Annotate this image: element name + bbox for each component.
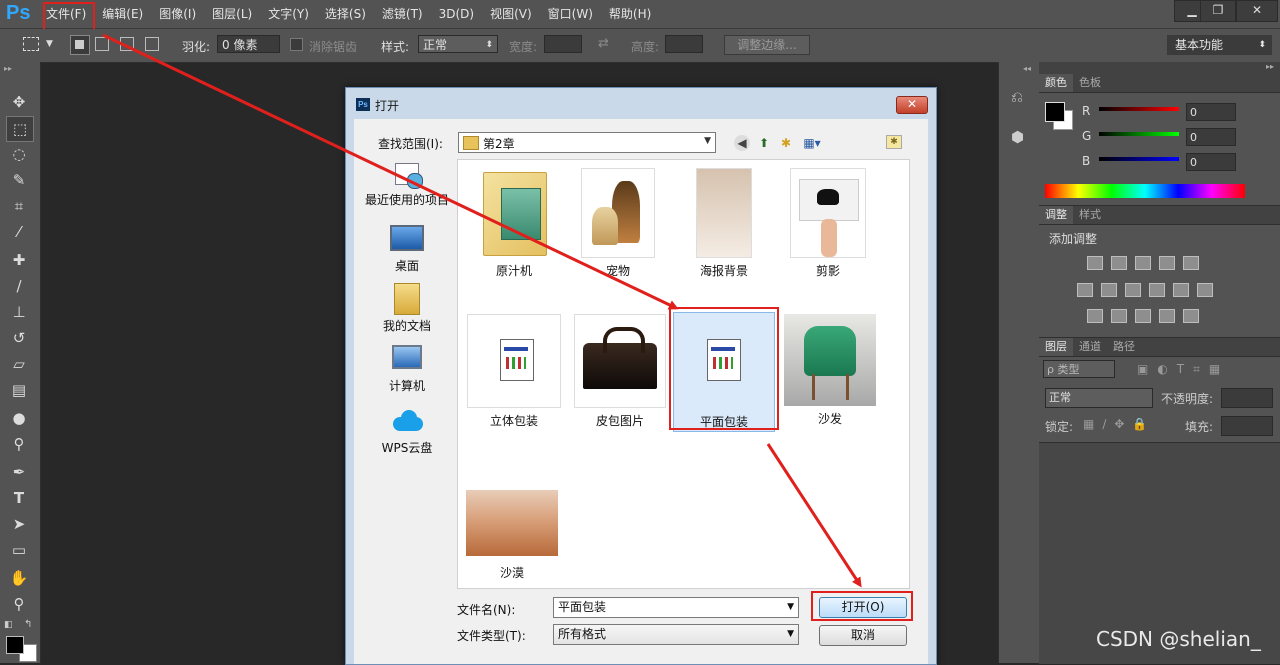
watermark: CSDN @shelian_ [1096,627,1261,651]
annotation-arrows [102,33,862,588]
arrow-item-to-open [766,443,862,588]
arrow-file-to-item [102,33,679,310]
